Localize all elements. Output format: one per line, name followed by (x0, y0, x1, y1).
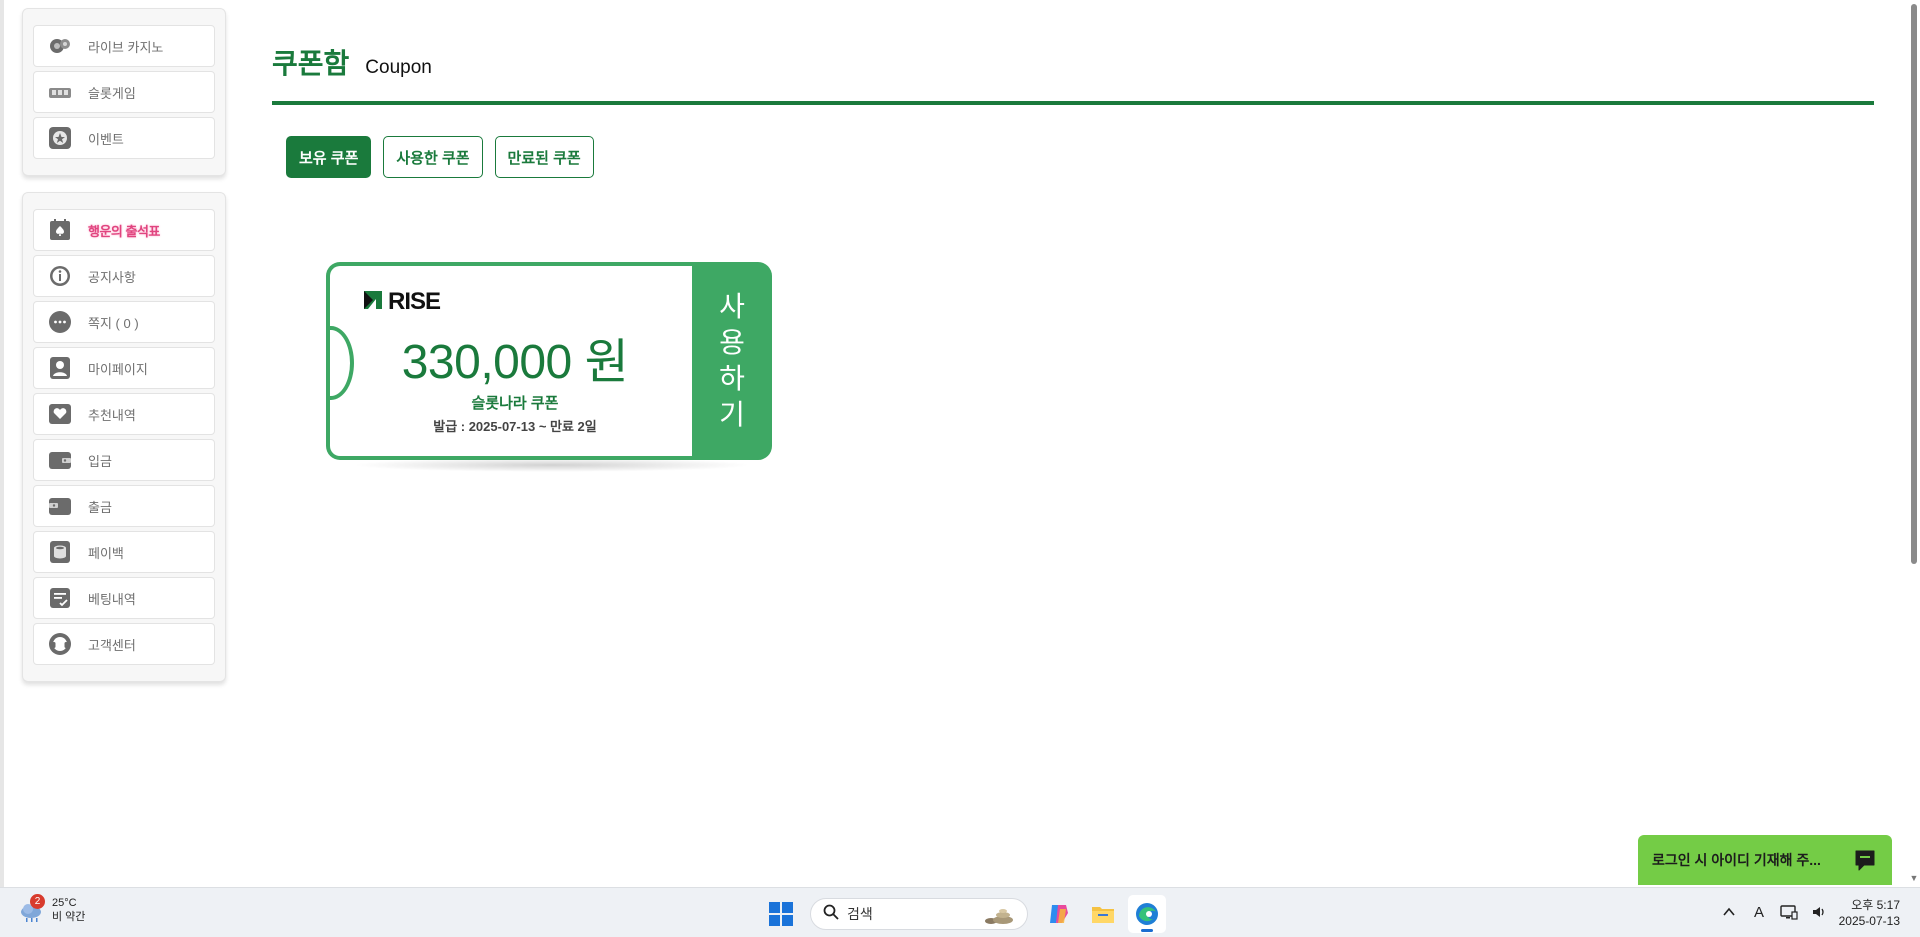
file-explorer-icon[interactable] (1084, 895, 1122, 933)
sidebar-games-panel: 라이브 카지노 슬롯게임 이벤트 (22, 8, 226, 176)
browser-viewport: 라이브 카지노 슬롯게임 이벤트 행운의 출석표 공지사항 쪽지 (0) 마… (0, 0, 1920, 887)
use-coupon-char: 용 (719, 327, 745, 358)
copilot-app-icon[interactable] (1040, 895, 1078, 933)
use-coupon-char: 사 (719, 291, 745, 322)
sidebar-item-live-casino[interactable]: 라이브 카지노 (33, 25, 215, 67)
sidebar-item-label: 고객센터 (88, 637, 136, 653)
search-icon (823, 904, 839, 925)
sidebar-item-label: 추천내역 (88, 407, 136, 423)
sidebar-item-slot-game[interactable]: 슬롯게임 (33, 71, 215, 113)
tab-used-coupons[interactable]: 사용한 쿠폰 (383, 136, 483, 178)
sidebar-item-notice[interactable]: 공지사항 (33, 255, 215, 297)
weather-desc: 비 약간 (52, 911, 86, 923)
sidebar-item-label: 입금 (88, 453, 112, 469)
sidebar-item-label: 페이백 (88, 545, 124, 561)
coupon-brand-text: RISE (388, 288, 441, 315)
coupon-brand-logo: RISE (362, 288, 441, 316)
sidebar-item-label: 쪽지 ( 0 ) (88, 315, 139, 331)
slot-machine-icon (48, 80, 72, 104)
clock-time: 오후 5:17 (1851, 898, 1900, 912)
use-coupon-button[interactable]: 사 용 하 기 (692, 262, 772, 460)
windows-taskbar: 2 25°C 비 약간 검색 A 오후 5:17 2025-07-13 (0, 887, 1920, 937)
bet-history-icon (48, 586, 72, 610)
heart-box-icon (48, 402, 72, 426)
calendar-spade-icon (48, 218, 72, 242)
clock-date: 2025-07-13 (1838, 914, 1900, 928)
coupon-name: 슬롯나라 쿠폰 (471, 395, 559, 412)
sidebar-item-bet-history[interactable]: 베팅내역 (33, 577, 215, 619)
page-title-english: Coupon (365, 57, 432, 78)
event-star-icon (48, 126, 72, 150)
chevron-up-icon[interactable] (1716, 900, 1742, 924)
taskbar-search-box[interactable]: 검색 (810, 898, 1028, 930)
weather-text: 25°C 비 약간 (52, 896, 85, 924)
rain-cloud-icon: 2 (18, 894, 46, 924)
coupon-tabs: 보유 쿠폰 사용한 쿠폰 만료된 쿠폰 (286, 136, 606, 178)
system-tray: A (1716, 900, 1836, 924)
sidebar-item-payback[interactable]: 페이백 (33, 531, 215, 573)
chat-widget-text: 로그인 시 아이디 기재해 주... (1652, 852, 1821, 868)
network-display-icon[interactable] (1776, 900, 1802, 924)
use-coupon-char: 하 (719, 363, 745, 394)
weather-widget[interactable]: 2 25°C 비 약간 (18, 894, 85, 924)
chat-bubble-icon (1850, 845, 1880, 875)
volume-icon[interactable] (1806, 900, 1832, 924)
sidebar-item-label: 마이페이지 (88, 361, 148, 377)
sidebar-item-event[interactable]: 이벤트 (33, 117, 215, 159)
coupon-card: RISE 330,000 원 슬롯나라 쿠폰 발급 : 2025-07-13 ~… (326, 262, 772, 472)
scroll-down-arrow-icon[interactable]: ▼ (1909, 873, 1919, 883)
wallet-deposit-icon (48, 448, 72, 472)
windows-start-icon[interactable] (766, 899, 796, 929)
coupon-amount: 330,000 원 (401, 336, 629, 389)
sidebar-item-support[interactable]: 고객센터 (33, 623, 215, 665)
sidebar-item-referral[interactable]: 추천내역 (33, 393, 215, 435)
use-coupon-char: 기 (719, 399, 745, 430)
tab-expired-coupons[interactable]: 만료된 쿠폰 (494, 136, 594, 178)
sidebar-item-withdraw[interactable]: 출금 (33, 485, 215, 527)
live-chat-widget[interactable]: 로그인 시 아이디 기재해 주... (1638, 835, 1892, 885)
headset-icon (48, 632, 72, 656)
coupon-shadow (352, 458, 752, 472)
sidebar-menu-panel: 행운의 출석표 공지사항 쪽지 ( 0 ) 마이페이지 추천내역 입금 출금 페… (22, 192, 226, 682)
coin-stack-icon (48, 540, 72, 564)
scrollbar-thumb[interactable] (1911, 4, 1917, 564)
sidebar-item-label: 이벤트 (88, 131, 124, 147)
weather-badge: 2 (30, 894, 45, 909)
sidebar-item-label: 공지사항 (88, 269, 136, 285)
ime-indicator[interactable]: A (1746, 900, 1772, 924)
coupon-issue-date: 발급 : 2025-07-13 ~ 만료 2일 (433, 419, 597, 434)
sidebar-item-label: 행운의 출석표 (88, 223, 160, 239)
sidebar-item-deposit[interactable]: 입금 (33, 439, 215, 481)
sidebar-item-label: 라이브 카지노 (88, 39, 164, 55)
sidebar-item-label: 베팅내역 (88, 591, 136, 607)
page-title-korean: 쿠폰함 (272, 48, 350, 79)
sidebar-item-mypage[interactable]: 마이페이지 (33, 347, 215, 389)
title-divider (272, 101, 1874, 105)
message-bubble-icon (48, 310, 72, 334)
rise-logo-icon (362, 289, 384, 316)
taskbar-center: 검색 (766, 895, 1172, 933)
search-placeholder: 검색 (847, 906, 873, 922)
coupon-body: RISE 330,000 원 슬롯나라 쿠폰 발급 : 2025-07-13 ~… (326, 262, 696, 460)
info-icon (48, 264, 72, 288)
roulette-chips-icon (48, 34, 72, 58)
page-title: 쿠폰함 Coupon (272, 42, 432, 82)
taskbar-clock[interactable]: 오후 5:17 2025-07-13 (1839, 897, 1900, 929)
search-highlight-stones-icon (981, 905, 1015, 930)
sidebar-item-label: 슬롯게임 (88, 85, 136, 101)
wallet-withdraw-icon (48, 494, 72, 518)
sidebar-item-label: 출금 (88, 499, 112, 515)
page-scrollbar[interactable]: ▼ (1908, 0, 1920, 887)
sidebar-item-messages[interactable]: 쪽지 ( 0 ) (33, 301, 215, 343)
weather-temp: 25°C (52, 897, 77, 909)
user-card-icon (48, 356, 72, 380)
tab-owned-coupons[interactable]: 보유 쿠폰 (286, 136, 372, 178)
sidebar-item-attendance[interactable]: 행운의 출석표 (33, 209, 215, 251)
edge-browser-icon[interactable] (1128, 895, 1166, 933)
